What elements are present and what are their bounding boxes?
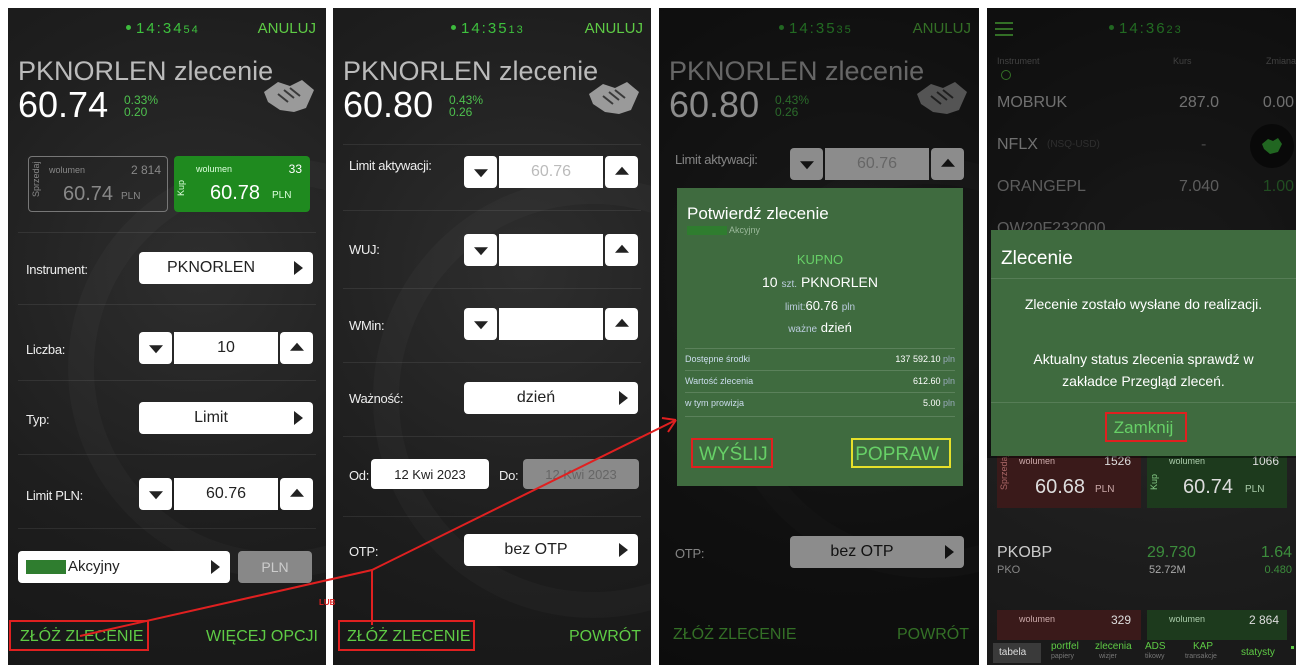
or-label: LUB <box>319 598 336 607</box>
flow-arrows <box>79 417 677 637</box>
